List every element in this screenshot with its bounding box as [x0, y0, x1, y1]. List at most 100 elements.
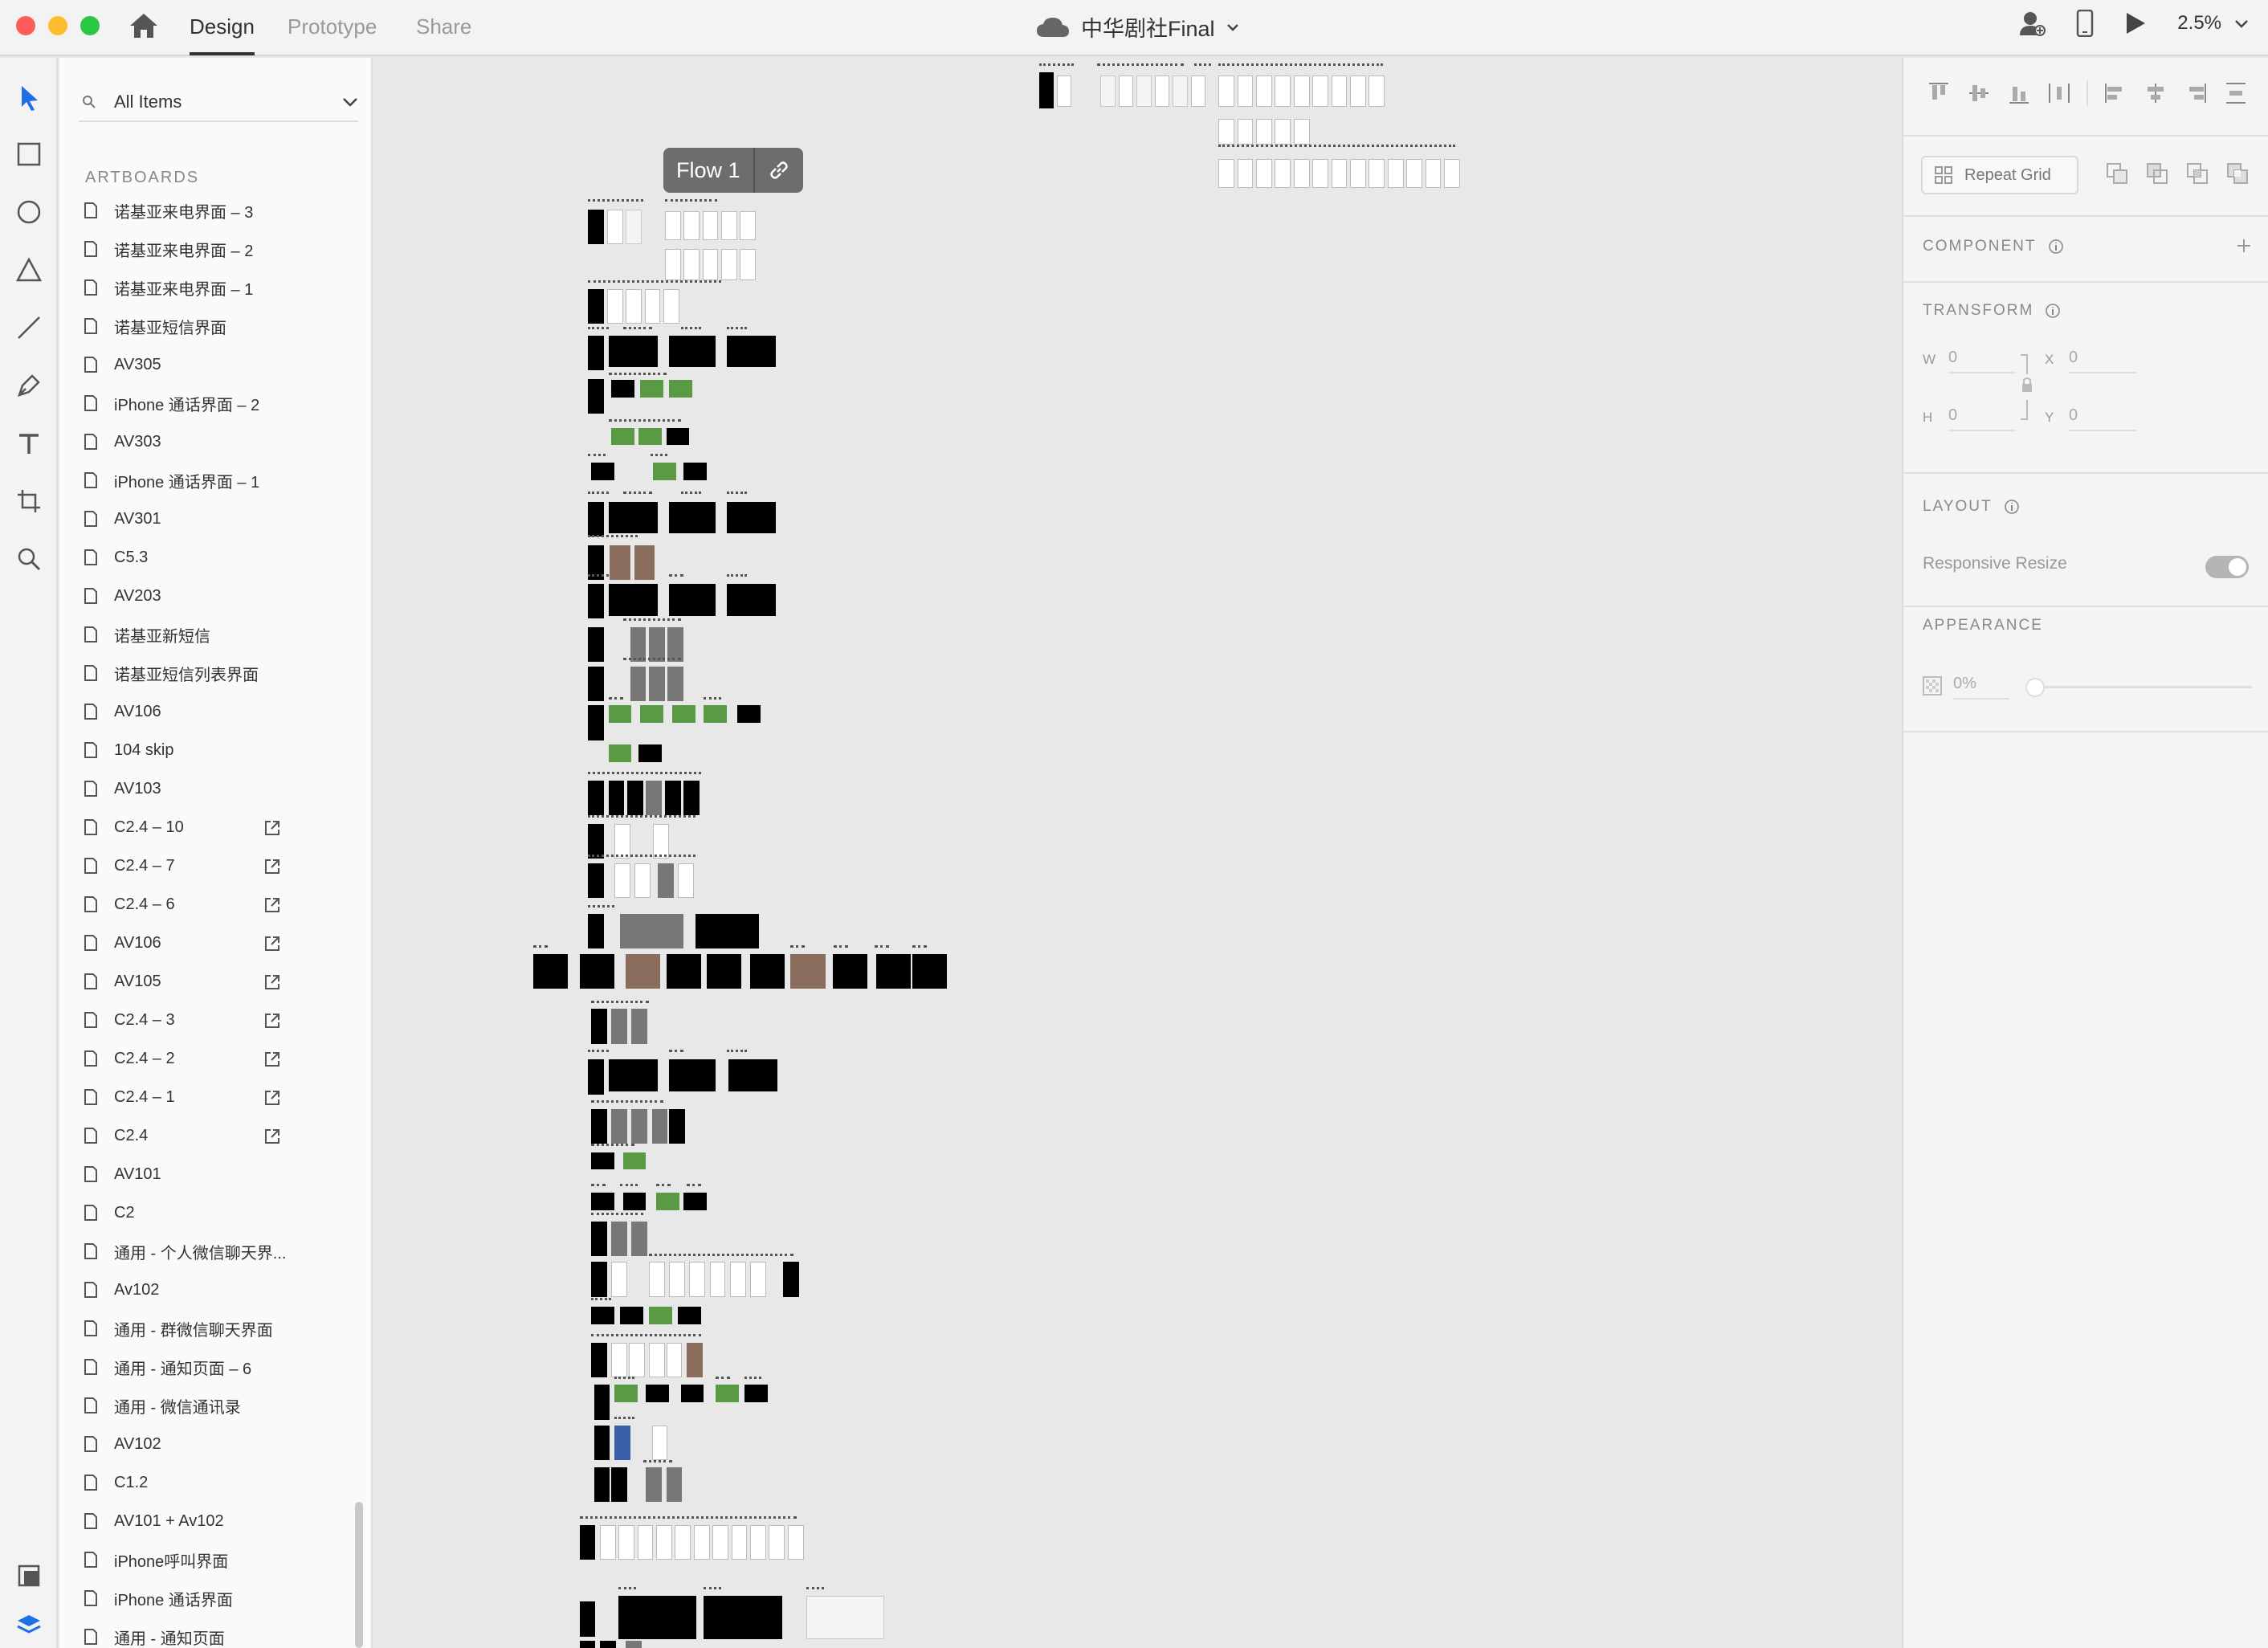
canvas-artboard-thumbnail[interactable] [611, 380, 634, 398]
canvas-artboard-thumbnail[interactable] [634, 863, 651, 898]
canvas-artboard-thumbnail[interactable] [704, 705, 728, 723]
add-shapes-icon[interactable] [2104, 161, 2130, 186]
canvas-artboard-thumbnail[interactable] [579, 1601, 596, 1637]
canvas-artboard-thumbnail[interactable] [1369, 75, 1385, 108]
canvas-artboard-thumbnail[interactable] [669, 1262, 685, 1297]
artboard-tool[interactable] [13, 485, 45, 517]
canvas-artboard-thumbnail[interactable] [731, 1525, 748, 1560]
canvas-artboard-thumbnail[interactable] [750, 954, 785, 989]
artboard-list-item[interactable]: 诺基亚新短信 [84, 615, 349, 654]
close-window-button[interactable] [16, 16, 35, 35]
canvas-artboard-thumbnail[interactable] [702, 210, 719, 240]
align-top-icon[interactable] [1926, 80, 1952, 106]
canvas-artboard-thumbnail[interactable] [693, 1525, 710, 1560]
artboard-list-item[interactable]: 通用 - 微信通讯录 [84, 1386, 349, 1425]
canvas-artboard-thumbnail[interactable] [686, 1343, 703, 1378]
canvas-artboard-thumbnail[interactable] [721, 210, 737, 240]
canvas-artboard-thumbnail[interactable] [588, 781, 605, 816]
canvas-artboard-thumbnail[interactable] [588, 913, 605, 948]
artboard-list-item[interactable]: Av102 [84, 1271, 349, 1309]
canvas-artboard-thumbnail[interactable] [618, 1596, 697, 1640]
canvas-artboard-thumbnail[interactable] [588, 501, 605, 536]
distribute-horizontal-icon[interactable] [2046, 80, 2072, 106]
canvas-artboard-thumbnail[interactable] [1056, 75, 1071, 108]
canvas-artboard-thumbnail[interactable] [627, 781, 643, 816]
canvas-artboard-thumbnail[interactable] [630, 627, 647, 663]
canvas-artboard-thumbnail[interactable] [683, 781, 700, 816]
artboard-list-item[interactable]: AV103 [84, 769, 349, 808]
polygon-tool[interactable] [13, 254, 45, 286]
artboard-list-item[interactable]: AV301 [84, 500, 349, 538]
canvas-artboard-thumbnail[interactable] [588, 666, 605, 701]
canvas-artboard-thumbnail[interactable] [666, 1467, 683, 1503]
canvas-artboard-thumbnail[interactable] [669, 1108, 685, 1144]
artboard-list-item[interactable]: 通用 - 通知页面 – 6 [84, 1348, 349, 1386]
info-icon[interactable] [2004, 499, 2020, 515]
canvas-artboard-thumbnail[interactable] [1387, 159, 1404, 188]
canvas-artboard-thumbnail[interactable] [637, 1525, 654, 1560]
canvas-artboard-thumbnail[interactable] [591, 463, 614, 480]
canvas-artboard-thumbnail[interactable] [626, 954, 661, 989]
artboard-list-item[interactable]: iPhone呼叫界面 [84, 1540, 349, 1579]
canvas-artboard-thumbnail[interactable] [649, 1343, 665, 1378]
canvas-artboard-thumbnail[interactable] [608, 744, 632, 762]
canvas-artboard-thumbnail[interactable] [1218, 159, 1234, 188]
artboard-list-item[interactable]: C1.2 [84, 1463, 349, 1502]
canvas-artboard-thumbnail[interactable] [712, 1525, 728, 1560]
canvas-artboard-thumbnail[interactable] [608, 335, 658, 368]
y-field[interactable]: 0 [2069, 406, 2136, 431]
canvas-artboard-thumbnail[interactable] [689, 1262, 706, 1297]
canvas-artboard-thumbnail[interactable] [750, 1525, 766, 1560]
canvas-artboard-thumbnail[interactable] [594, 1425, 610, 1460]
canvas-artboard-thumbnail[interactable] [622, 1193, 647, 1210]
canvas-artboard-thumbnail[interactable] [1155, 75, 1169, 108]
artboard-list-item[interactable]: AV203 [84, 577, 349, 615]
canvas-artboard-thumbnail[interactable] [1191, 75, 1205, 108]
artboard-list-item[interactable]: AV303 [84, 422, 349, 461]
canvas-artboard-thumbnail[interactable] [626, 210, 642, 245]
canvas-artboard-thumbnail[interactable] [644, 289, 661, 324]
canvas-artboard-thumbnail[interactable] [588, 1059, 605, 1095]
canvas-artboard-thumbnail[interactable] [666, 954, 701, 989]
canvas-artboard-thumbnail[interactable] [675, 1525, 691, 1560]
canvas-artboard-thumbnail[interactable] [646, 781, 663, 816]
canvas-artboard-thumbnail[interactable] [626, 289, 642, 324]
share-link-icon[interactable] [263, 1128, 281, 1145]
canvas-artboard-thumbnail[interactable] [669, 1059, 716, 1091]
line-tool[interactable] [13, 312, 45, 344]
canvas-artboard-thumbnail[interactable] [608, 781, 625, 816]
design-canvas[interactable]: Flow 1 [374, 58, 1900, 1648]
assets-panel-button[interactable] [13, 1560, 45, 1592]
canvas-artboard-thumbnail[interactable] [678, 1307, 701, 1324]
canvas-artboard-thumbnail[interactable] [1172, 75, 1189, 108]
artboard-list-item[interactable]: iPhone 通话界面 – 2 [84, 384, 349, 422]
canvas-artboard-thumbnail[interactable] [591, 1193, 614, 1210]
share-link-icon[interactable] [263, 858, 281, 875]
canvas-artboard-thumbnail[interactable] [657, 863, 674, 898]
responsive-resize-toggle[interactable] [2205, 556, 2249, 578]
canvas-artboard-thumbnail[interactable] [608, 501, 658, 534]
align-right-icon[interactable] [2183, 80, 2209, 106]
align-bottom-icon[interactable] [2006, 80, 2032, 106]
artboard-list-item[interactable]: C2.4 – 1 [84, 1078, 349, 1116]
canvas-artboard-thumbnail[interactable] [599, 1525, 616, 1560]
share-link-icon[interactable] [263, 973, 281, 991]
align-left-icon[interactable] [2103, 80, 2128, 106]
canvas-artboard-thumbnail[interactable] [651, 1108, 668, 1144]
canvas-artboard-thumbnail[interactable] [1312, 75, 1328, 108]
artboard-list-item[interactable]: 通用 - 群微信聊天界面 [84, 1309, 349, 1348]
artboard-list-item[interactable]: C2 [84, 1193, 349, 1232]
canvas-artboard-thumbnail[interactable] [614, 1425, 630, 1460]
canvas-artboard-thumbnail[interactable] [727, 335, 777, 368]
artboard-list-item[interactable]: AV102 [84, 1425, 349, 1463]
width-field[interactable]: 0 [1948, 349, 2016, 373]
canvas-artboard-thumbnail[interactable] [591, 1108, 607, 1144]
artboard-list-item[interactable]: AV305 [84, 345, 349, 384]
canvas-artboard-thumbnail[interactable] [533, 954, 569, 989]
share-user-icon[interactable] [2018, 10, 2046, 37]
artboard-list-item[interactable]: C2.4 – 10 [84, 808, 349, 846]
tab-prototype[interactable]: Prototype [288, 14, 377, 39]
canvas-artboard-thumbnail[interactable] [1293, 118, 1310, 145]
canvas-artboard-thumbnail[interactable] [588, 210, 605, 245]
document-title-menu[interactable]: 中华剧社Final [1036, 11, 1239, 43]
